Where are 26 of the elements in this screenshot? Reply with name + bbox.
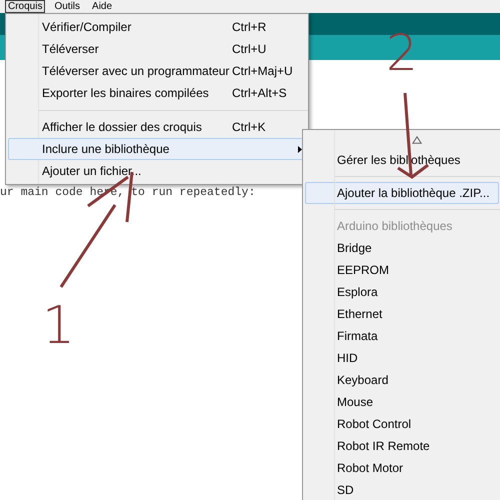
- menu-item[interactable]: Exporter les binaires compilées Ctrl+Alt+S: [8, 82, 306, 104]
- menu-item[interactable]: SD: [305, 479, 499, 500]
- menu-bar-item[interactable]: Aide: [89, 0, 116, 13]
- menu-item[interactable]: Téléverser avec un programmateur Ctrl+Maj+U: [8, 60, 306, 82]
- menu-item[interactable]: Firmata: [305, 325, 499, 347]
- menu-item[interactable]: Vérifier/Compiler Ctrl+R: [8, 16, 306, 38]
- menu-item[interactable]: Afficher le dossier des croquis Ctrl+K: [8, 116, 306, 138]
- menu-bar-item[interactable]: Outils: [51, 0, 84, 13]
- menu-item[interactable]: Esplora: [305, 281, 499, 303]
- menu-item[interactable]: Robot Motor: [305, 457, 499, 479]
- menu-item[interactable]: Téléverser Ctrl+U: [8, 38, 306, 60]
- menu-item[interactable]: Bridge: [305, 237, 499, 259]
- menu-item[interactable]: HID: [305, 347, 499, 369]
- menu-item[interactable]: Ajouter un fichier...: [8, 160, 306, 182]
- menu-item[interactable]: Robot Control: [305, 413, 499, 435]
- menu-item[interactable]: Ethernet: [305, 303, 499, 325]
- menu-item[interactable]: Ajouter la bibliothèque .ZIP...: [305, 182, 499, 204]
- menu-item[interactable]: EEPROM: [305, 259, 499, 281]
- section-header: Arduino bibliothèques: [337, 218, 452, 235]
- menu-item[interactable]: Robot IR Remote: [305, 435, 499, 457]
- annotation-number: 1: [42, 300, 76, 352]
- submenu-arrow-icon: [298, 146, 302, 153]
- menu-bar-item[interactable]: Croquis: [5, 0, 46, 13]
- menu-item[interactable]: Mouse: [305, 391, 499, 413]
- scroll-up-icon[interactable]: [412, 136, 422, 144]
- menu-item[interactable]: Keyboard: [305, 369, 499, 391]
